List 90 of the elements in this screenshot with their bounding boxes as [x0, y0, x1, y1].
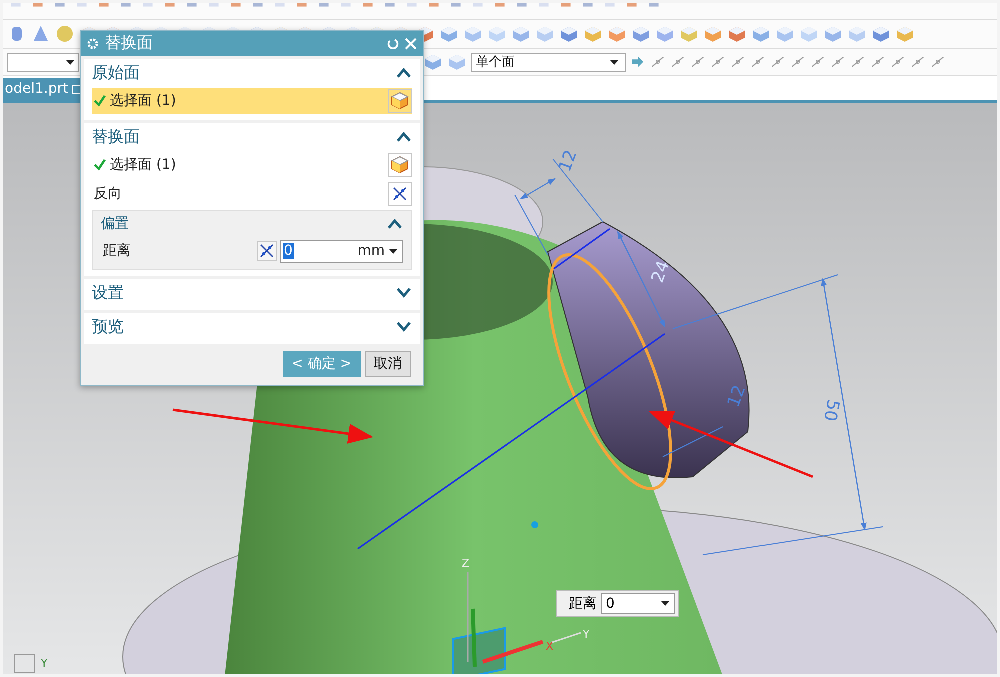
point-marker — [532, 522, 538, 528]
snap-tool-icon[interactable] — [770, 54, 786, 70]
snap-tool-icon[interactable] — [930, 54, 946, 70]
solid-icon[interactable] — [535, 24, 555, 44]
solid-icon[interactable] — [703, 24, 723, 44]
section-title[interactable]: 预览 — [92, 316, 124, 338]
reverse-direction-button[interactable] — [388, 182, 412, 206]
solid-icon[interactable] — [799, 24, 819, 44]
dropdown-field[interactable] — [7, 52, 79, 72]
snap-tool-icon[interactable] — [810, 54, 826, 70]
solid-icon[interactable] — [871, 24, 891, 44]
solid-icon[interactable] — [631, 24, 651, 44]
snap-tool-icon[interactable] — [910, 54, 926, 70]
solid-icon[interactable] — [727, 24, 747, 44]
dropdown-caret-icon — [389, 248, 398, 254]
reverse-label: 反向 — [94, 185, 122, 203]
sphere-icon[interactable] — [55, 24, 75, 44]
select-face-row[interactable]: 选择面 (1) — [92, 152, 412, 178]
cone-icon[interactable] — [31, 24, 51, 44]
tab-close-icon[interactable] — [72, 84, 82, 94]
dimension-label: 12 — [555, 148, 582, 175]
solid-icon[interactable] — [751, 24, 771, 44]
collapse-chevron-icon[interactable] — [396, 68, 412, 78]
distance-label: 距离 — [569, 594, 597, 612]
plane-handle-shape — [452, 627, 506, 674]
expand-chevron-icon[interactable] — [396, 288, 412, 298]
dimension-label: 50 — [820, 398, 843, 423]
solid-icon[interactable] — [511, 24, 531, 44]
solid-icon[interactable] — [559, 24, 579, 44]
face-cube-icon — [391, 92, 409, 110]
solid-icon[interactable] — [895, 24, 915, 44]
snap-tool-icon[interactable] — [730, 54, 746, 70]
snap-tool-icon[interactable] — [870, 54, 886, 70]
solid-icon[interactable] — [655, 24, 675, 44]
solid-icon[interactable] — [607, 24, 627, 44]
solid-icon[interactable] — [423, 52, 443, 72]
select-face-row[interactable]: 选择面 (1) — [92, 88, 412, 114]
y-axis-line — [550, 632, 582, 644]
view-cube-icon — [14, 654, 36, 674]
section-title[interactable]: 设置 — [92, 282, 124, 304]
distance-label: 距离 — [103, 242, 131, 260]
snap-tool-icon[interactable] — [890, 54, 906, 70]
snap-tool-icon[interactable] — [650, 54, 666, 70]
face-filter-dropdown[interactable]: 单个面 — [471, 52, 626, 72]
close-icon[interactable] — [405, 38, 417, 50]
dialog-title: 替换面 — [105, 33, 154, 54]
solid-icon[interactable] — [487, 24, 507, 44]
solid-icon[interactable] — [463, 24, 483, 44]
snap-tool-icon[interactable] — [790, 54, 806, 70]
expand-chevron-icon[interactable] — [396, 322, 412, 332]
dropdown-caret-icon — [66, 60, 75, 64]
reset-icon[interactable] — [387, 38, 399, 50]
axis-label: X — [546, 640, 554, 653]
axis-label: Y — [41, 657, 48, 670]
solid-icon[interactable] — [847, 24, 867, 44]
collapse-chevron-icon[interactable] — [396, 132, 412, 142]
dimension-label: 24 — [648, 258, 674, 286]
axis-label: Y — [583, 628, 590, 641]
reverse-direction-button[interactable] — [257, 241, 277, 261]
snap-tool-icon[interactable] — [690, 54, 706, 70]
solid-icon[interactable] — [679, 24, 699, 44]
settings-icon[interactable] — [87, 38, 99, 50]
solid-icon[interactable] — [447, 52, 467, 72]
distance-input-field[interactable]: 0 mm — [280, 240, 403, 262]
distance-dropdown-field[interactable]: 0 — [601, 593, 675, 614]
snap-tool-icon[interactable] — [850, 54, 866, 70]
cancel-button[interactable]: 取消 — [365, 351, 411, 377]
select-face-label: 选择面 (1) — [110, 156, 178, 174]
axis-label: Z — [462, 557, 470, 570]
group-title[interactable]: 偏置 — [101, 215, 129, 233]
snap-tool-icon[interactable] — [830, 54, 846, 70]
dimension-label: 12 — [724, 382, 750, 410]
reverse-direction-icon — [392, 186, 408, 202]
solid-icon[interactable] — [823, 24, 843, 44]
solid-icon[interactable] — [775, 24, 795, 44]
snap-tool-icon[interactable] — [750, 54, 766, 70]
snap-tool-icon[interactable] — [710, 54, 726, 70]
section-title[interactable]: 替换面 — [92, 126, 140, 148]
solid-icon[interactable] — [583, 24, 603, 44]
reverse-direction-icon — [259, 243, 275, 259]
dropdown-caret-icon — [610, 60, 619, 64]
section-title[interactable]: 原始面 — [92, 62, 140, 84]
dropdown-caret-icon — [661, 601, 670, 606]
snap-tool-icon[interactable] — [670, 54, 686, 70]
face-cube-icon — [391, 156, 409, 174]
collapse-chevron-icon[interactable] — [387, 219, 403, 229]
arrow-right-icon[interactable] — [630, 54, 646, 70]
face-selection-button[interactable] — [388, 89, 412, 113]
face-selection-button[interactable] — [388, 153, 412, 177]
solid-icon[interactable] — [439, 24, 459, 44]
